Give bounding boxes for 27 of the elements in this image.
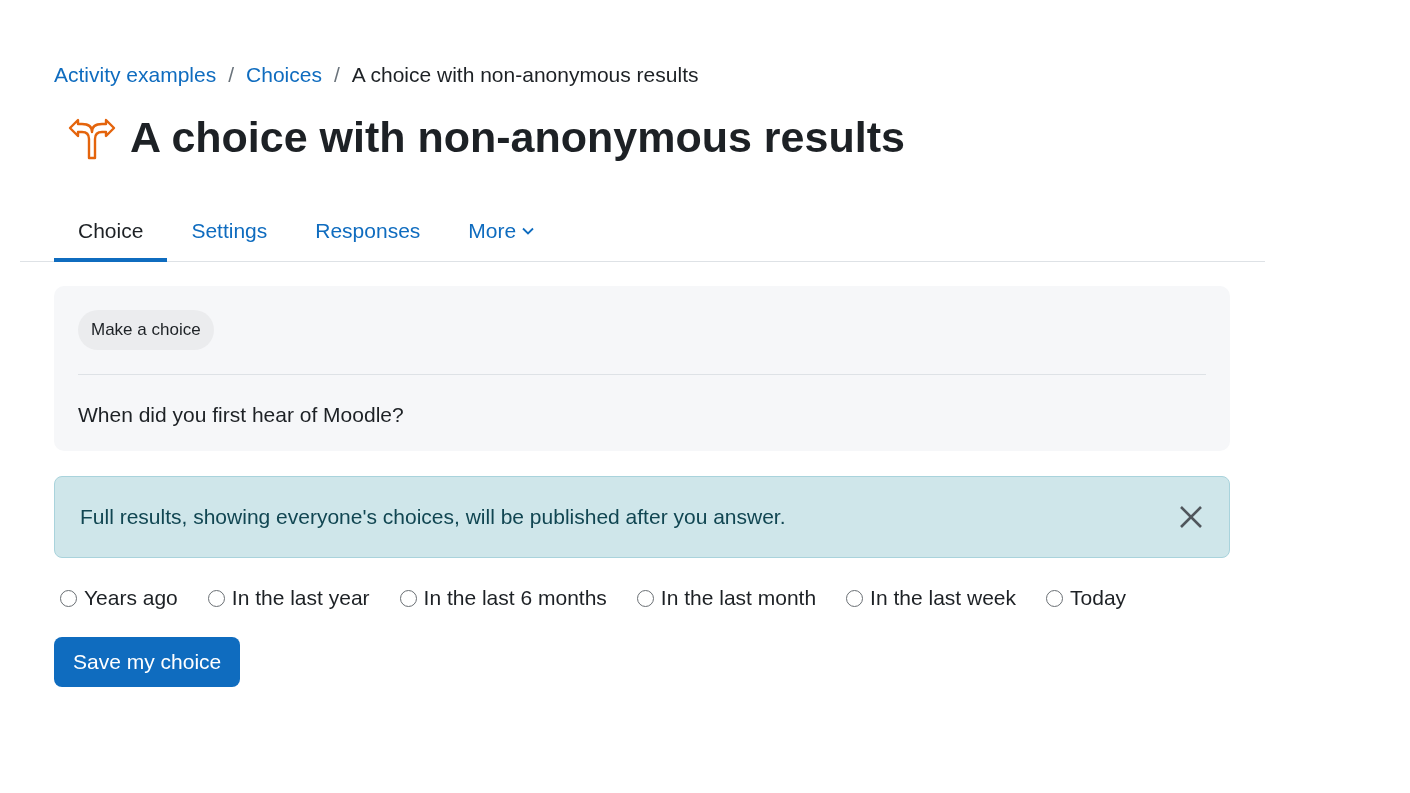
close-icon xyxy=(1179,505,1203,529)
radio-button[interactable] xyxy=(399,589,417,607)
breadcrumb-separator: / xyxy=(333,63,340,87)
radio-button[interactable] xyxy=(636,589,654,607)
page-title: A choice with non-anonymous results xyxy=(130,112,905,162)
option-label: Years ago xyxy=(84,586,178,610)
tab[interactable]: Choice xyxy=(54,204,168,262)
radio-button[interactable] xyxy=(60,589,77,607)
radio-button[interactable] xyxy=(846,589,864,607)
save-button[interactable]: Save my choice xyxy=(54,637,241,687)
question-text: When did you first hear of Moodle? xyxy=(78,403,405,427)
option-label: In the last 6 months xyxy=(423,586,607,610)
breadcrumb-link[interactable]: Choices xyxy=(246,63,322,87)
option-label: In the last year xyxy=(231,586,370,610)
option-label: In the last week xyxy=(870,586,1017,610)
option-label: Today xyxy=(1070,586,1127,610)
tab[interactable]: More xyxy=(444,204,559,262)
option-label: In the last month xyxy=(660,586,817,610)
radio-button[interactable] xyxy=(1046,589,1064,607)
alert-message: Full results, showing everyone's choices, will be published after you answer. xyxy=(80,505,786,529)
tab[interactable]: Responses xyxy=(291,204,445,262)
tab[interactable]: Settings xyxy=(167,204,292,262)
breadcrumb-separator: / xyxy=(228,63,235,87)
breadcrumb-link[interactable]: Activity examples xyxy=(54,63,217,87)
status-badge: Make a choice xyxy=(78,310,214,350)
breadcrumb-current: A choice with non-anonymous results xyxy=(351,63,699,87)
radio-button[interactable] xyxy=(207,589,225,607)
